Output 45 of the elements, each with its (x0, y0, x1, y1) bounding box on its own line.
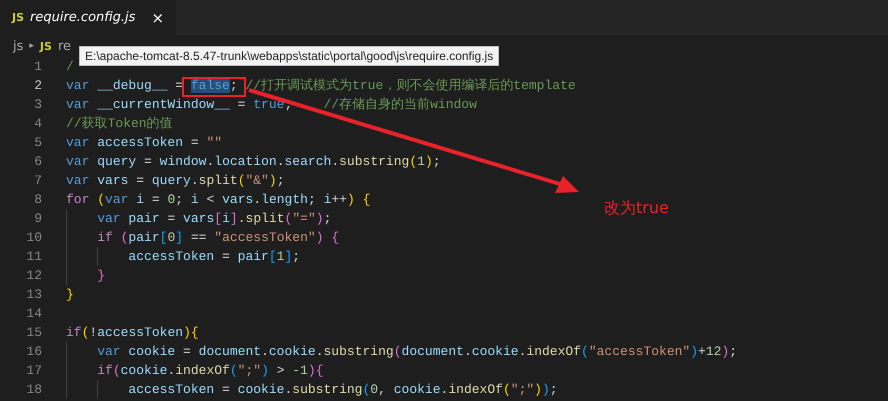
code-line: / (66, 58, 74, 76)
code-line: if (pair[0] == "accessToken") { (96, 229, 340, 247)
editor-tab[interactable]: JS require.config.js × (0, 0, 176, 35)
code-line: var accessToken = "" (66, 134, 222, 152)
close-icon[interactable]: × (151, 8, 164, 26)
code-line: var query = window.location.search.substring(1); (66, 153, 441, 171)
line-number: 13 (25, 286, 42, 304)
code-line: var __debug__ = false; //打开调试模式为true，则不会使用编译后的template (66, 77, 576, 95)
line-number: 18 (25, 381, 42, 399)
path-tooltip: E:\apache-tomcat-8.5.47-trunk\webapps\static\portal\good\js\require.config.js (79, 46, 500, 66)
line-number: 8 (33, 191, 42, 209)
code-line: var cookie = document.cookie.substring(document.cookie.indexOf("accessToken")+12); (96, 343, 738, 361)
breadcrumb-item[interactable]: js (13, 38, 24, 54)
code-line: var vars = query.split("&"); (66, 172, 285, 190)
line-number: 14 (25, 305, 42, 323)
line-number: 15 (25, 324, 42, 342)
line-number: 1 (33, 58, 42, 76)
code-line: //获取Token的值 (66, 115, 173, 133)
line-number: 4 (33, 115, 42, 133)
code-line: accessToken = cookie.substring(0, cookie.indexOf(";")); (127, 381, 558, 399)
line-number: 5 (33, 134, 42, 152)
line-number: 16 (25, 343, 42, 361)
line-number: 9 (33, 210, 42, 228)
chevron-icon: ▸ (29, 41, 34, 51)
line-number: 3 (33, 96, 42, 114)
line-number: 7 (33, 172, 42, 190)
line-number: 17 (25, 362, 42, 380)
js-file-icon: JS (40, 40, 52, 52)
code-line: } (96, 267, 106, 285)
code-line: } (66, 286, 74, 304)
js-file-icon: JS (12, 11, 24, 24)
breadcrumb-item[interactable]: re (58, 38, 71, 54)
code-line: for (var i = 0; i < vars.length; i++) { (66, 191, 370, 209)
line-number: 2 (33, 77, 42, 95)
code-line: if(cookie.indexOf(";") > -1){ (96, 362, 324, 380)
code-line: if(!accessToken){ (66, 324, 199, 342)
code-line: var pair = vars[i].split("="); (96, 210, 332, 228)
highlight-box (182, 77, 246, 97)
tab-label: require.config.js (30, 10, 136, 25)
code-line: accessToken = pair[1]; (127, 248, 300, 266)
line-number: 6 (33, 153, 42, 171)
line-number: 11 (25, 248, 42, 266)
line-number: 12 (25, 267, 42, 285)
line-number: 10 (25, 229, 42, 247)
annotation-text: 改为true (604, 198, 669, 219)
